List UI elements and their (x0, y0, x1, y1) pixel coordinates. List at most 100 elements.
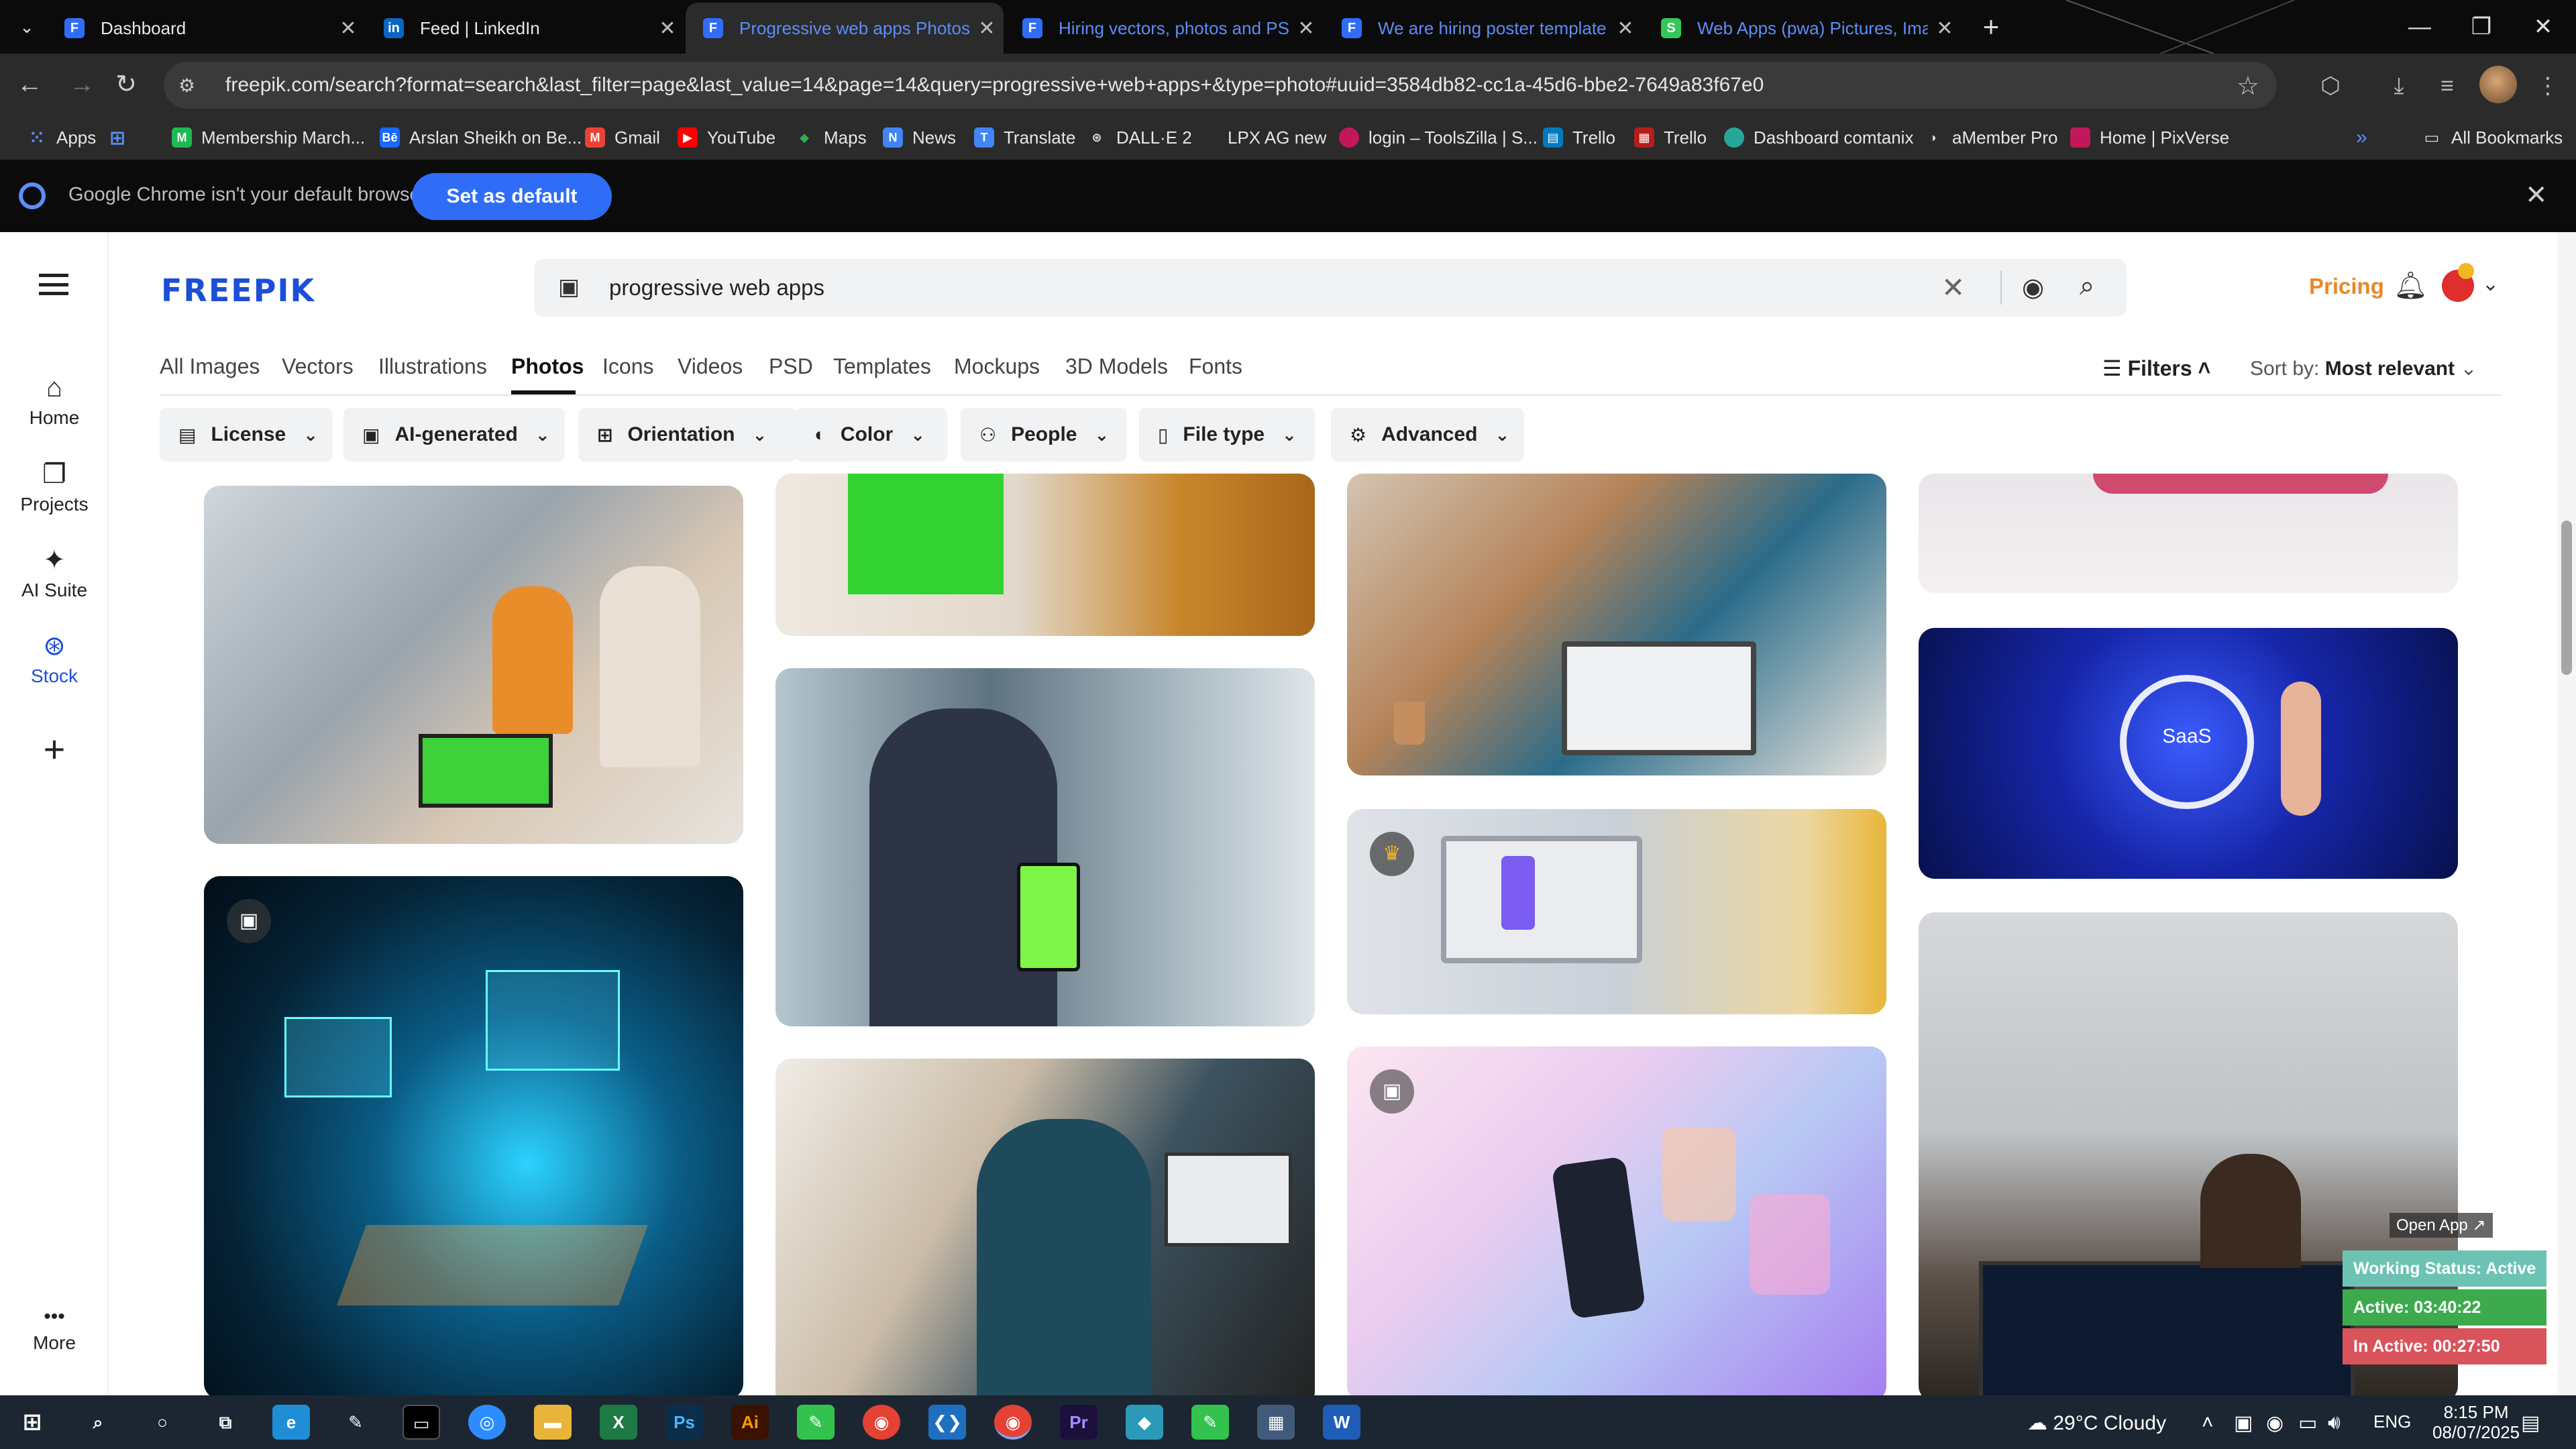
excel-icon[interactable]: X (600, 1405, 637, 1440)
camera-tray-icon[interactable]: ◉ (2266, 1411, 2284, 1435)
photo-laptop-app-design[interactable]: ♛ (1347, 809, 1886, 1014)
tab-3d-models[interactable]: 3D Models (1065, 354, 1168, 379)
meet-now-icon[interactable]: ▣ (2234, 1411, 2253, 1435)
bookmark-trello-2[interactable]: ▦ Trello (1634, 115, 1707, 160)
app-diamond-icon[interactable]: ◆ (1126, 1405, 1163, 1440)
forward-arrow-icon[interactable]: → (60, 63, 103, 106)
tab-videos[interactable]: Videos (678, 354, 743, 379)
bookmark-maps[interactable]: ◆ Maps (794, 115, 867, 160)
weather-widget[interactable]: ☁ 29°C Cloudy (2027, 1411, 2166, 1435)
tab-psd[interactable]: PSD (769, 354, 813, 379)
tab-fonts[interactable]: Fonts (1189, 354, 1242, 379)
set-as-default-button[interactable]: Set as default (412, 173, 612, 220)
close-tab-icon[interactable]: ✕ (1928, 17, 1962, 40)
photo-holographic-dashboard[interactable]: ▣ (204, 876, 743, 1395)
clear-search-icon[interactable]: ✕ (1941, 271, 1965, 304)
site-info-icon[interactable]: ⚙ (178, 74, 205, 97)
word-icon[interactable]: W (1323, 1405, 1360, 1440)
address-bar[interactable]: ⚙ freepik.com/search?format=search&last_… (164, 62, 2277, 109)
hamburger-menu-icon[interactable] (39, 274, 68, 295)
photoshop-icon[interactable]: Ps (665, 1405, 703, 1440)
new-tab-button[interactable]: + (1974, 9, 2008, 44)
reload-icon[interactable]: ↻ (105, 63, 148, 106)
bookmark-translate[interactable]: T Translate (974, 115, 1075, 160)
close-tab-icon[interactable]: ✕ (651, 17, 684, 40)
bookmark-dalle[interactable]: ⊛ DALL·E 2 (1087, 115, 1191, 160)
tab-linkedin[interactable]: in Feed | LinkedIn ✕ (366, 3, 684, 54)
filter-file-type[interactable]: ▯ File type ⌄ (1139, 408, 1315, 462)
chrome-menu-icon[interactable]: ⋮ (2529, 67, 2567, 105)
terminal-icon[interactable]: ▭ (402, 1405, 440, 1440)
tab-hiring-vectors[interactable]: F Hiring vectors, photos and PSD ✕ (1005, 3, 1323, 54)
app-green2-icon[interactable]: ✎ (1191, 1405, 1229, 1440)
chrome-icon[interactable]: ◉ (863, 1405, 900, 1440)
photo-desk-green-monitor[interactable] (775, 474, 1315, 636)
close-window-icon[interactable]: ✕ (2506, 0, 2576, 54)
tray-chevron-up-icon[interactable]: ˄ (2202, 1411, 2214, 1434)
photo-team-laptop-charts[interactable] (1347, 474, 1886, 775)
photo-hand-phone-app-cards[interactable]: ▣ (1347, 1046, 1886, 1395)
filter-color[interactable]: ◐ Color ⌄ (796, 408, 947, 462)
close-tab-icon[interactable]: ✕ (1289, 17, 1323, 40)
page-scrollbar[interactable] (2557, 232, 2576, 1395)
extension-icon[interactable]: ⬡ (2312, 67, 2349, 105)
search-icon[interactable]: ⌕ (79, 1405, 117, 1440)
tab-vectors[interactable]: Vectors (282, 354, 354, 379)
chevron-down-icon[interactable]: ⌄ (2482, 272, 2499, 296)
photo-saas-hologram[interactable]: SaaS (1919, 628, 2458, 879)
illustrator-icon[interactable]: Ai (731, 1405, 769, 1440)
bookmark-trello[interactable]: ▤ Trello (1543, 115, 1615, 160)
close-tab-icon[interactable]: ✕ (1609, 17, 1642, 40)
profile-avatar[interactable] (2479, 66, 2517, 103)
sidebar-item-projects[interactable]: ❐ Projects (0, 459, 109, 515)
sort-dropdown[interactable]: Sort by: Most relevant ⌄ (2250, 357, 2477, 380)
filter-ai-generated[interactable]: ▣ AI-generated ⌄ (343, 408, 565, 462)
back-arrow-icon[interactable]: ← (8, 63, 51, 106)
bookmark-lpx[interactable]: LPX AG new (1228, 115, 1326, 160)
tab-progressive-web-apps[interactable]: F Progressive web apps Photos | ✕ (686, 3, 1004, 54)
sidebar-item-ai-suite[interactable]: ✦ AI Suite (0, 545, 109, 601)
tab-templates[interactable]: Templates (833, 354, 931, 379)
edge-icon[interactable]: e (272, 1405, 310, 1440)
bookmark-youtube[interactable]: ▶ YouTube (678, 115, 775, 160)
bookmark-gmail[interactable]: M Gmail (585, 115, 660, 160)
filter-people[interactable]: ⚇ People ⌄ (961, 408, 1127, 462)
photo-women-team-laptop[interactable] (204, 486, 743, 844)
filters-toggle[interactable]: ☰ Filters ˄ (2102, 356, 2210, 381)
taskview-icon[interactable]: ⧉ (207, 1405, 244, 1440)
more-bookmarks-chevron-icon[interactable]: » (2356, 115, 2367, 160)
bookmark-pixverse[interactable]: Home | PixVerse (2070, 115, 2229, 160)
calculator-icon[interactable]: ▦ (1257, 1405, 1295, 1440)
battery-icon[interactable]: ▭ (2298, 1411, 2317, 1435)
search-input[interactable]: progressive web apps (609, 275, 824, 301)
tab-hiring-poster[interactable]: F We are hiring poster template | ✕ (1324, 3, 1642, 54)
sidebar-item-stock[interactable]: ⊛ Stock (0, 631, 109, 687)
close-tab-icon[interactable]: ✕ (331, 17, 365, 40)
tab-all-images[interactable]: All Images (160, 354, 260, 379)
search-bar[interactable]: ▣ progressive web apps ✕ ◉ ⌕ (534, 259, 2127, 317)
image-type-icon[interactable]: ▣ (558, 274, 580, 301)
tab-search-chevron-icon[interactable]: ⌄ (9, 12, 44, 42)
bookmark-behance[interactable]: Bē Arslan Sheikh on Be... (380, 115, 582, 160)
bookmark-membership[interactable]: M Membership March... (172, 115, 365, 160)
notification-bell-icon[interactable]: 🔔︎ (2394, 270, 2428, 301)
premiere-icon[interactable]: Pr (1060, 1405, 1097, 1440)
zoom-icon[interactable]: ◎ (468, 1405, 506, 1440)
sidebar-add[interactable]: + (0, 727, 109, 775)
search-icon[interactable]: ⌕ (2080, 271, 2094, 301)
close-infobar-icon[interactable]: ✕ (2525, 180, 2548, 211)
volume-icon[interactable]: 🔊︎ (2328, 1411, 2341, 1434)
photo-bearded-man-phone[interactable] (775, 1059, 1315, 1395)
all-bookmarks[interactable]: ▭ All Bookmarks (2422, 115, 2563, 160)
bookmark-apps-launcher[interactable]: ⊞ (107, 115, 137, 160)
pricing-link[interactable]: Pricing (2309, 274, 2384, 299)
tab-illustrations[interactable]: Illustrations (378, 354, 487, 379)
tab-dashboard[interactable]: F Dashboard ✕ (47, 3, 365, 54)
notifications-icon[interactable]: ▤ (2521, 1411, 2540, 1435)
system-clock[interactable]: 8:15 PM 08/07/2025 (2432, 1402, 2520, 1442)
photo-businessman-tablet[interactable] (775, 668, 1315, 1026)
tab-photos[interactable]: Photos (511, 354, 584, 379)
chrome-profile-icon[interactable]: ◉ (994, 1405, 1032, 1440)
bookmark-star-icon[interactable]: ☆ (2237, 71, 2259, 101)
media-control-icon[interactable]: ≡ (2428, 67, 2466, 105)
